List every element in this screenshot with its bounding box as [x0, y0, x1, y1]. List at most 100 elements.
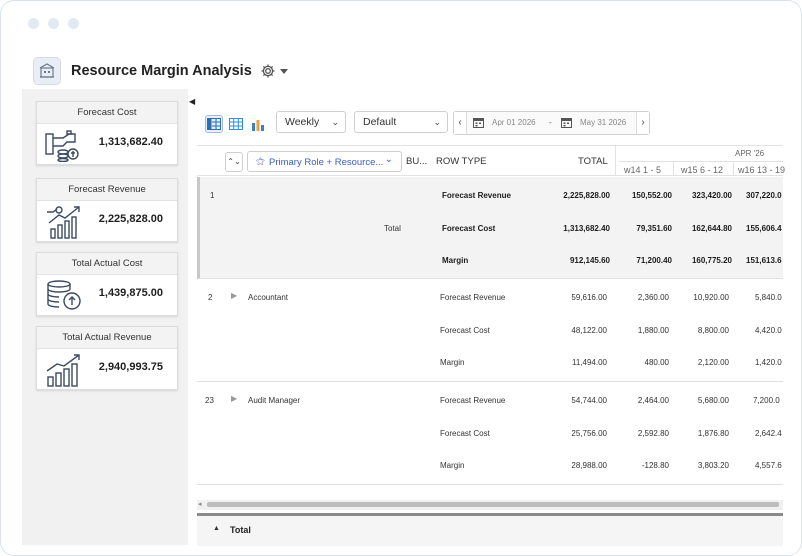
sort-toggle-icon[interactable]: ⌃⌄: [225, 152, 243, 172]
cell-week: 2,642.4: [755, 429, 782, 438]
revenue-growth-icon: [47, 206, 80, 239]
kpi-card-label: Forecast Revenue: [37, 179, 177, 201]
cell-week: 10,920.00: [693, 293, 729, 302]
calendar-icon: [473, 118, 484, 128]
row-type: Margin: [442, 256, 469, 265]
cell-week: 162,644.80: [691, 224, 732, 233]
settings-dropdown-caret-icon[interactable]: [279, 68, 288, 74]
row-type: Forecast Revenue: [440, 396, 506, 405]
building-icon: [33, 57, 61, 85]
chart-view-icon[interactable]: [249, 115, 267, 133]
date-to[interactable]: May 31 2026: [580, 112, 626, 134]
grid-body: 1 Total Forecast Revenue 2,225,828.00 15…: [197, 177, 783, 500]
row-type: Forecast Cost: [442, 224, 496, 233]
cell-week: 307,220.0: [746, 191, 782, 200]
row-type: Forecast Cost: [440, 429, 490, 438]
cell-week: 160,775.20: [691, 256, 732, 265]
date-separator: -: [549, 118, 552, 127]
cell-week: 71,200.40: [636, 256, 672, 265]
scroll-left-icon[interactable]: ◂: [198, 500, 202, 508]
kpi-card-value: 2,940,993.75: [98, 361, 163, 373]
column-header-week[interactable]: w15 6 - 12: [681, 165, 723, 175]
period-select[interactable]: Weekly ⌄: [276, 111, 346, 133]
toolbar: Weekly ⌄ Default ⌄ ‹ Apr 01 2026 - May 3…: [197, 89, 783, 143]
row-type: Margin: [440, 358, 465, 367]
collapse-total-icon[interactable]: ▲: [213, 525, 220, 532]
kpi-card-forecast-revenue: Forecast Revenue 2,225,828.00: [36, 178, 178, 242]
cell-total: 2,225,828.00: [563, 191, 610, 200]
cell-total: 11,494.00: [572, 358, 607, 367]
page-title: Resource Margin Analysis: [71, 63, 252, 79]
column-header-total[interactable]: TOTAL: [578, 156, 608, 167]
cell-week: 151,613.6: [746, 256, 782, 265]
cell-total: 54,744.00: [571, 396, 607, 405]
footer-total-label: Total: [230, 525, 251, 535]
cell-total: 48,122.00: [571, 326, 607, 335]
cell-total: 25,756.00: [571, 429, 607, 438]
cell-week: 323,420.00: [691, 191, 732, 200]
row-type: Margin: [440, 461, 465, 470]
gear-icon[interactable]: [260, 63, 276, 79]
pivot-view-icon[interactable]: [205, 115, 223, 133]
cell-week: 480.00: [644, 358, 669, 367]
expand-row-icon[interactable]: ▶: [231, 394, 237, 403]
expand-row-icon[interactable]: ▶: [231, 291, 237, 300]
row-type: Forecast Revenue: [442, 191, 511, 200]
kpi-card-total-actual-revenue: Total Actual Revenue 2,940,993.75: [36, 326, 178, 390]
window-controls: [28, 18, 79, 29]
cell-week: 8,800.00: [697, 326, 729, 335]
cell-week: 1,420.0: [755, 358, 782, 367]
cell-week: 5,680.00: [697, 396, 729, 405]
row-number: 2: [208, 293, 213, 302]
cell-week: 7,200.0: [753, 396, 780, 405]
cell-total: 28,988.00: [571, 461, 607, 470]
group-by-selector[interactable]: ⚝ Primary Role + Resource... ⌄: [247, 151, 402, 172]
cell-week: 79,351.60: [636, 224, 672, 233]
kpi-card-label: Total Actual Cost: [37, 253, 177, 275]
row-name: Accountant: [248, 293, 289, 302]
row-name: Audit Manager: [248, 396, 301, 405]
column-header-row-type[interactable]: ROW TYPE: [436, 156, 487, 167]
kpi-sidebar: Forecast Cost 1,313,682.40 Forecast Reve…: [22, 89, 188, 545]
cell-week: 2,592.80: [637, 429, 669, 438]
cell-week: 2,120.00: [697, 358, 729, 367]
view-select[interactable]: Default ⌄: [354, 111, 448, 133]
date-next-icon[interactable]: ›: [636, 112, 649, 134]
horizontal-scrollbar[interactable]: ◂: [197, 500, 783, 510]
kpi-card-label: Forecast Cost: [37, 102, 177, 124]
group-by-label: Primary Role + Resource...: [269, 157, 384, 168]
scrollbar-thumb[interactable]: [207, 502, 779, 507]
bar-chart-growth-icon: [46, 354, 80, 387]
calendar-icon: [561, 118, 572, 128]
grid-footer-total: ▲ Total: [197, 513, 783, 546]
row-bu: Total: [384, 224, 401, 233]
window-dot-maximize[interactable]: [68, 18, 79, 29]
view-select-value: Default: [363, 116, 397, 128]
table-row-group-accountant: 2 ▶ Accountant Forecast Revenue 59,616.0…: [197, 280, 783, 382]
date-prev-icon[interactable]: ‹: [454, 112, 467, 134]
main-panel: Weekly ⌄ Default ⌄ ‹ Apr 01 2026 - May 3…: [197, 89, 785, 546]
chevron-down-icon: ⌄: [433, 117, 441, 127]
window-dot-close[interactable]: [28, 18, 39, 29]
date-from[interactable]: Apr 01 2026: [492, 112, 536, 134]
window-dot-minimize[interactable]: [48, 18, 59, 29]
table-row-group-audit-manager: 23 ▶ Audit Manager Forecast Revenue 54,7…: [197, 383, 783, 485]
cell-total: 912,145.60: [569, 256, 610, 265]
page-header: Resource Margin Analysis: [33, 57, 288, 85]
table-row-group-total: 1 Total Forecast Revenue 2,225,828.00 15…: [197, 177, 783, 279]
cell-total: 59,616.00: [571, 293, 607, 302]
grid-header: ⌃⌄ ⚝ Primary Role + Resource... ⌄ BU... …: [197, 146, 785, 176]
cell-week: -128.80: [641, 461, 669, 470]
date-range-picker[interactable]: ‹ Apr 01 2026 - May 31 2026 ›: [453, 111, 650, 135]
kpi-card-value: 1,313,682.40: [98, 136, 163, 148]
coin-stack-icon: [47, 280, 81, 310]
column-header-bu[interactable]: BU...: [406, 156, 427, 167]
column-header-week[interactable]: w14 1 - 5: [624, 165, 661, 175]
cell-week: 1,880.00: [637, 326, 669, 335]
column-header-week[interactable]: w16 13 - 19: [738, 165, 785, 175]
table-view-icon[interactable]: [227, 115, 245, 133]
row-number: 23: [205, 396, 214, 405]
cell-week: 150,552.00: [631, 191, 672, 200]
cell-week: 5,840.0: [755, 293, 782, 302]
cell-total: 1,313,682.40: [563, 224, 610, 233]
